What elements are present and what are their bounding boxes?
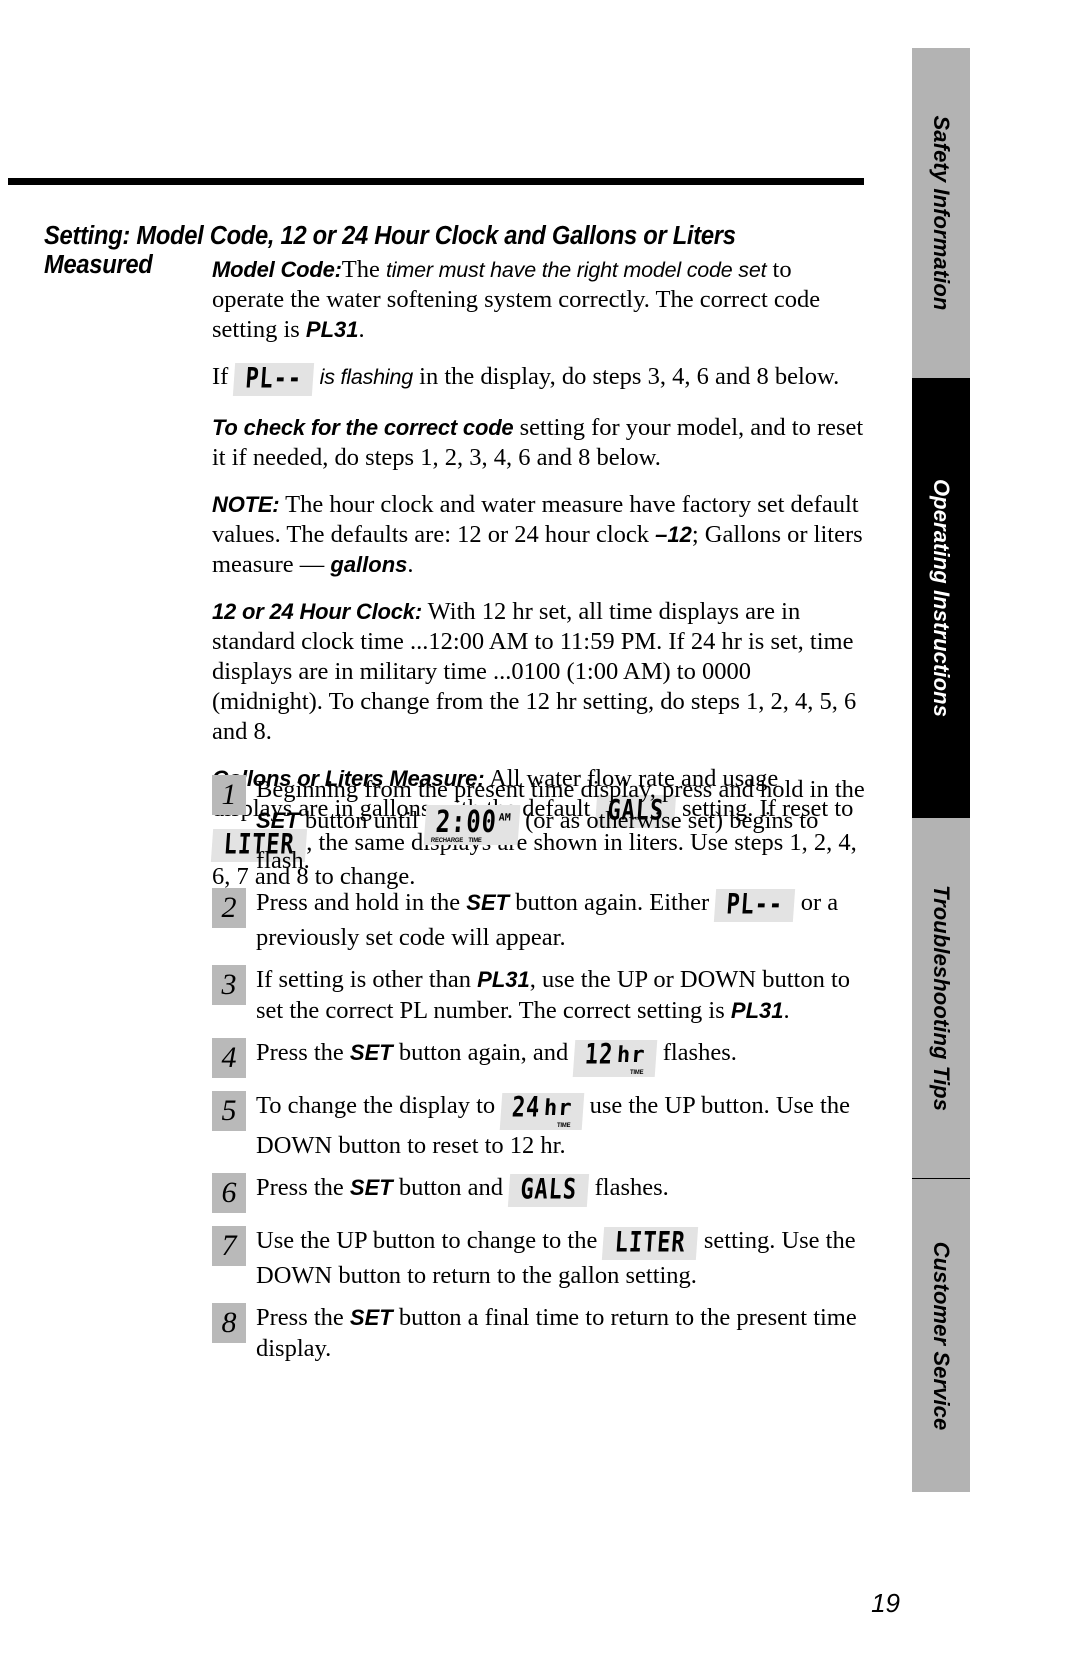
step6-set-button: SET [349,1175,393,1200]
tab-safety-information-label: Safety Information [929,115,954,311]
label-hour-clock: 12 or 24 Hour Clock: [212,599,422,624]
check-code-italic: To check for the correct code [212,415,514,440]
note-default-hours: –12 [655,522,692,547]
step-text: Press the SET button and GALS flashes. [256,1170,872,1207]
step-number: 8 [212,1303,246,1343]
page-content: Setting: Model Code, 12 or 24 Hour Clock… [0,0,900,1669]
step4-set-button: SET [349,1040,393,1065]
tab-troubleshooting-tips-label: Troubleshooting Tips [929,884,954,1112]
lcd-micro-recharge: RECHARGE [430,836,463,844]
model-code-value: PL31 [305,317,359,342]
step-item: 2 Press and hold in the SET button again… [212,885,872,953]
lcd-badge-pl-dashes: PL-- [233,363,315,396]
paragraph-model-code: Model Code:The timer must have the right… [212,255,864,345]
tab-operating-instructions[interactable]: Operating Instructions [912,378,970,818]
step-text: Beginning from the present time display,… [256,772,872,876]
step-item: 4 Press the SET button again, and 12hr TI… [212,1035,872,1079]
lcd-micro-labels: RECHARGE TIME [430,836,482,845]
step6-t1: Press the [256,1174,350,1201]
tab-troubleshooting-tips[interactable]: Troubleshooting Tips [912,818,970,1178]
paragraph-check-code: To check for the correct code setting fo… [212,413,864,473]
step-number: 1 [212,775,246,815]
label-model-code: Model Code: [212,257,342,282]
model-code-t1: The [341,256,387,283]
note-default-measure: gallons [330,552,408,577]
step-item: 3 If setting is other than PL31, use the… [212,962,872,1026]
tab-operating-instructions-label: Operating Instructions [929,478,954,718]
lcd-badge-liter: LITER [602,1227,699,1260]
lcd-micro-time: TIME [557,1121,572,1129]
if-flashing-italic: is flashing [313,365,414,389]
step-text: Press and hold in the SET button again. … [256,885,872,953]
step4-t3: flashes. [656,1039,737,1066]
paragraph-hour-clock: 12 or 24 Hour Clock: With 12 hr set, all… [212,597,864,747]
step-number: 2 [212,888,246,928]
tab-customer-service-label: Customer Service [929,1241,954,1430]
model-code-italic: timer must have the right model code set [386,258,767,282]
model-code-t3: . [358,316,365,343]
page-number: 19 [871,1588,900,1618]
lcd-badge-present-time: 2:00AM RECHARGE TIME [423,804,521,845]
step4-t1: Press the [256,1039,350,1066]
step2-set-button: SET [466,890,510,915]
if-flashing-t1: If [212,363,235,390]
step-number: 5 [212,1091,246,1131]
step7-t1: Use the UP button to change to the [256,1227,604,1254]
lcd-badge-12hr: 12hr TIME [573,1039,658,1077]
step3-t3: . [783,997,790,1024]
step1-set-button: SET [256,808,299,833]
step1-t2: button until [298,807,425,834]
step8-t1: Press the [256,1304,350,1331]
lcd-micro-time: TIME [630,1068,645,1076]
step2-t1: Press and hold in the [256,889,467,916]
step3-code-2: PL31 [730,998,784,1023]
lcd-hr-suffix: hr [543,1096,574,1121]
lcd-am-indicator: AM [498,812,511,824]
step6-t2: button and [392,1174,510,1201]
lcd-badge-gals: GALS [507,1174,590,1207]
step-item: 6 Press the SET button and GALS flashes. [212,1170,872,1214]
step-item: 7 Use the UP button to change to the LIT… [212,1223,872,1291]
step3-t1: If setting is other than [256,966,478,993]
step-number: 6 [212,1173,246,1213]
step-item: 5 To change the display to 24hr TIME use … [212,1088,872,1161]
tab-customer-service[interactable]: Customer Service [912,1178,970,1492]
step-text: Press the SET button again, and 12hr TIME… [256,1035,872,1077]
step5-t1: To change the display to [256,1092,502,1119]
lcd-hr-suffix: hr [616,1043,647,1068]
lcd-micro-time: TIME [467,836,482,844]
numbered-step-list: 1 Beginning from the present time displa… [212,772,872,1373]
step-text: Use the UP button to change to the LITER… [256,1223,872,1291]
lcd-badge-24hr: 24hr TIME [499,1092,585,1130]
step-text: To change the display to 24hr TIME use th… [256,1088,872,1161]
label-note: NOTE: [212,492,280,517]
step-text: If setting is other than PL31, use the U… [256,962,872,1026]
note-t3: . [407,551,414,578]
if-flashing-t2: in the display, do steps 3, 4, 6 and 8 b… [413,363,840,390]
step-item: 8 Press the SET button a final time to r… [212,1300,872,1364]
section-tab-rail: Safety Information Operating Instruction… [912,48,970,1492]
step3-code-1: PL31 [477,967,530,992]
step-item: 1 Beginning from the present time displa… [212,772,872,876]
step-number: 7 [212,1226,246,1266]
step6-t3: flashes. [588,1174,669,1201]
step2-t2: button again. Either [509,889,716,916]
paragraph-if-flashing: If PL-- is flashing in the display, do s… [212,362,864,396]
lcd-badge-pl-dashes: PL-- [714,889,796,922]
header-rule [8,178,864,185]
step-number: 4 [212,1038,246,1078]
step1-t1: Beginning from the present time display,… [256,776,865,803]
step4-t2: button again, and [392,1039,575,1066]
paragraph-note: NOTE: The hour clock and water measure h… [212,490,864,580]
step8-set-button: SET [349,1305,393,1330]
step-number: 3 [212,965,246,1005]
tab-safety-information[interactable]: Safety Information [912,48,970,378]
step-text: Press the SET button a final time to ret… [256,1300,872,1364]
manual-page: Safety Information Operating Instruction… [0,0,1080,1669]
